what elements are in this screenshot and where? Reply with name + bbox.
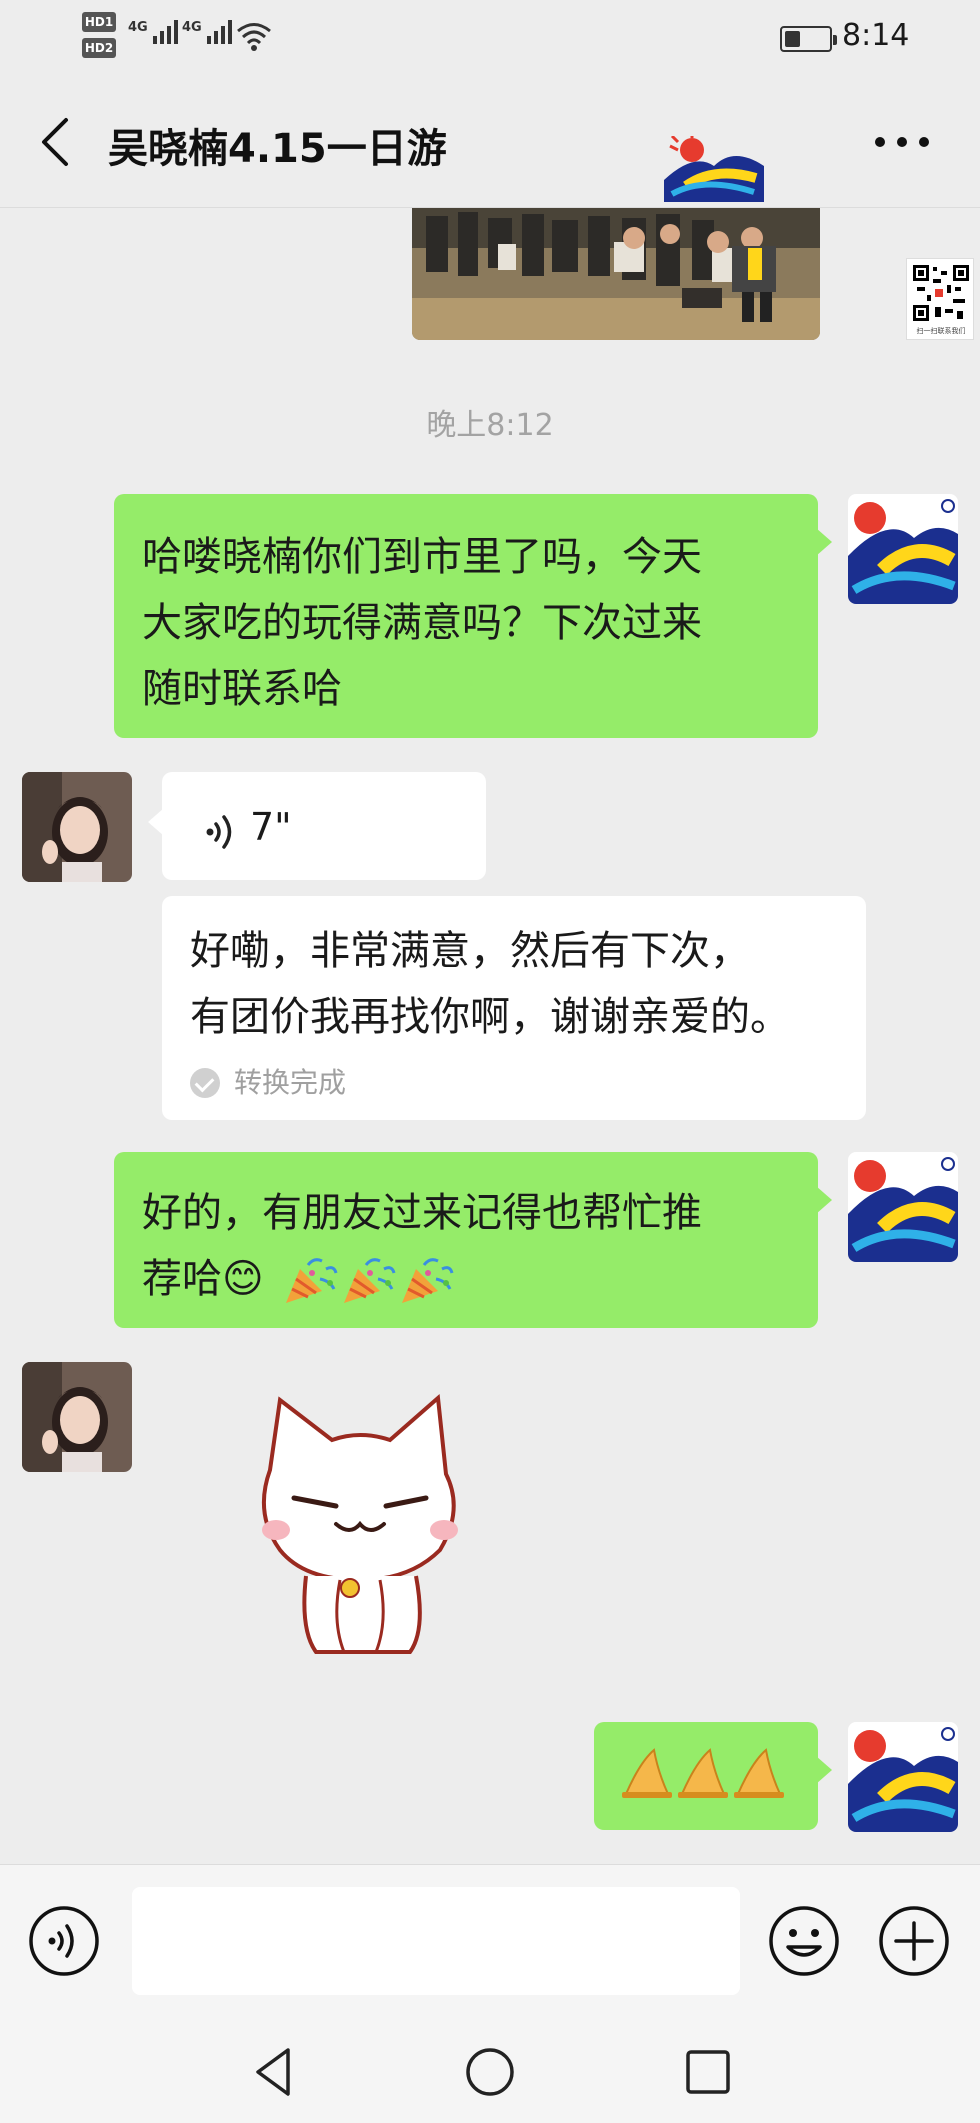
party-popper-emoji <box>402 1258 454 1303</box>
qr-pattern <box>913 265 969 321</box>
pray-hands-emoji-row <box>622 1748 784 1798</box>
hd-badges: HD1 HD2 <box>82 12 118 64</box>
white-cat-sticker[interactable] <box>240 1390 480 1660</box>
pray-hands-emoji <box>736 1748 782 1795</box>
input-bar <box>0 1864 980 2014</box>
home-circle-icon[interactable] <box>460 2042 520 2102</box>
battery-icon <box>780 26 837 52</box>
transcript-status-label: 转换完成 <box>234 1066 347 1099</box>
hd-badge: HD1 <box>82 12 116 32</box>
party-popper-emoji <box>344 1258 396 1303</box>
chevron-left-icon[interactable] <box>36 116 76 168</box>
clock: 8:14 <box>842 18 910 53</box>
transcript-status: 转换完成 <box>190 1068 346 1098</box>
transcript-text: 好嘞，非常满意，然后有下次， <box>190 928 750 974</box>
message-text-line: 荐哈😊 <box>142 1246 792 1312</box>
pray-hands-emoji <box>624 1748 670 1795</box>
my-message-bubble[interactable]: 哈喽晓楠你们到市里了吗，今天 大家吃的玩得满意吗？下次过来 随时联系哈 <box>114 494 832 738</box>
message-text: 好的，有朋友过来记得也帮忙推 <box>142 1190 702 1236</box>
my-avatar[interactable] <box>848 494 958 604</box>
wifi-icon <box>237 23 271 51</box>
recents-square-icon[interactable] <box>678 2042 738 2102</box>
message-input[interactable] <box>132 1887 740 1995</box>
voice-message-bubble[interactable]: 7" <box>148 772 486 880</box>
contact-avatar[interactable] <box>22 772 132 882</box>
message-text: 哈喽晓楠你们到市里了吗，今天 <box>142 534 702 580</box>
qr-caption: 扫一扫联系我们 <box>916 327 966 335</box>
chat-title: 吴晓楠4.15一日游 <box>108 126 447 172</box>
battery-fill <box>785 31 800 47</box>
hd-badge: HD2 <box>82 38 116 58</box>
plus-icon[interactable] <box>878 1905 950 1977</box>
my-avatar[interactable] <box>848 1152 958 1262</box>
pray-hands-emoji <box>680 1748 726 1795</box>
transcript-text: 有团价我再找你啊，谢谢亲爱的。 <box>190 994 790 1040</box>
brand-logo-icon <box>664 136 764 202</box>
smiling-face-emoji: 😊 <box>222 1256 264 1302</box>
emoji-icon[interactable] <box>768 1905 840 1977</box>
system-navigation-bar <box>0 2014 980 2123</box>
network-type: 4G <box>128 20 148 35</box>
contact-avatar[interactable] <box>22 1362 132 1472</box>
voice-wave-icon <box>206 815 232 849</box>
message-text: 随时联系哈 <box>142 666 342 712</box>
signal-icon: 4G <box>182 20 232 44</box>
my-message-bubble[interactable]: 好的，有朋友过来记得也帮忙推 荐哈😊 <box>114 1152 832 1328</box>
message-text: 大家吃的玩得满意吗？下次过来 <box>142 600 702 646</box>
signal-icon: 4G <box>128 20 178 44</box>
message-text: 荐哈 <box>142 1256 222 1302</box>
qr-code-image[interactable]: 扫一扫联系我们 <box>906 258 974 340</box>
voice-transcript-bubble[interactable]: 好嘞，非常满意，然后有下次， 有团价我再找你啊，谢谢亲爱的。 转换完成 <box>162 896 866 1120</box>
chat-header: 吴晓楠4.15一日游 <box>0 76 980 208</box>
voice-input-icon[interactable] <box>28 1905 100 1977</box>
back-triangle-icon[interactable] <box>244 2042 304 2102</box>
group-photo-image[interactable] <box>412 208 820 340</box>
my-emoji-bubble[interactable] <box>594 1722 832 1830</box>
voice-duration: 7" <box>250 805 292 849</box>
check-circle-icon <box>190 1068 220 1098</box>
more-dots-icon[interactable] <box>872 132 932 152</box>
network-type: 4G <box>182 20 202 35</box>
party-popper-emoji <box>286 1258 338 1303</box>
message-timestamp: 晚上8:12 <box>426 408 554 443</box>
my-avatar[interactable] <box>848 1722 958 1832</box>
status-bar: HD1 HD2 4G 4G 8:14 <box>0 0 980 76</box>
